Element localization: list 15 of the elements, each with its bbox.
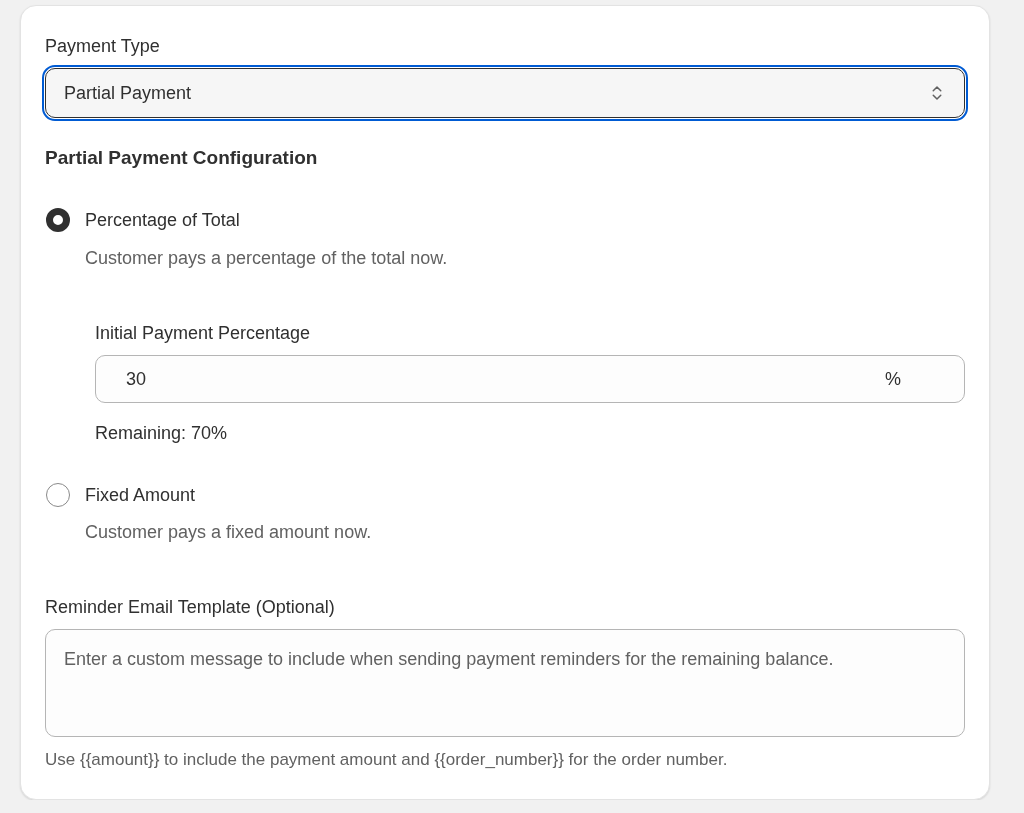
option-label[interactable]: Percentage of Total: [85, 208, 240, 232]
radio-button[interactable]: [46, 208, 70, 232]
payment-type-select[interactable]: Partial Payment: [45, 68, 965, 118]
help-text: Use {{amount}} to include the payment amount and {{order_number}} for the order number.: [45, 749, 729, 771]
percent-suffix: %: [885, 368, 901, 391]
option-label[interactable]: Fixed Amount: [85, 483, 196, 507]
textarea-field[interactable]: Enter a custom message to include when sending payment reminders for the remaining balance.: [45, 629, 965, 737]
remaining-text: Remaining: 70%: [95, 422, 229, 445]
option-description: Customer pays a percentage of the total now.: [85, 247, 449, 270]
radio-button[interactable]: [46, 483, 70, 507]
field-label: Payment Type: [45, 35, 161, 58]
field-label: Reminder Email Template (Optional): [45, 596, 336, 619]
option-description: Customer pays a fixed amount now.: [85, 521, 373, 544]
section-heading: Partial Payment Configuration: [45, 146, 319, 170]
field-label: Initial Payment Percentage: [95, 322, 312, 345]
